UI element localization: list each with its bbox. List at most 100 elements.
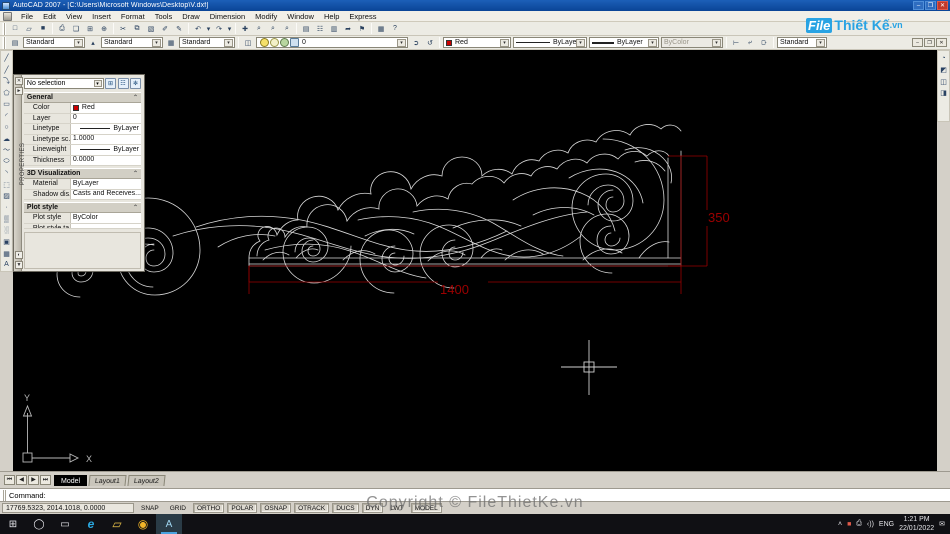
revision-cloud-icon[interactable]: ☁ (1, 133, 12, 144)
property-row-lineweight[interactable]: Lineweight ByLayer (23, 145, 141, 156)
chevron-down-icon[interactable]: ▾ (500, 39, 509, 47)
chevron-down-icon[interactable]: ▾ (648, 39, 657, 47)
menu-item-express[interactable]: Express (344, 12, 381, 21)
paste-icon[interactable]: ▧ (145, 23, 158, 35)
new-icon[interactable]: □ (9, 23, 22, 35)
menu-item-dimension[interactable]: Dimension (205, 12, 250, 21)
tray-volume-icon[interactable]: ‹)) (867, 521, 874, 528)
first-layout-icon[interactable]: ⏮ (4, 475, 15, 485)
polyline-icon[interactable]: ⤵ (1, 76, 12, 87)
previous-layout-icon[interactable]: ◀ (16, 475, 27, 485)
object-color-combo[interactable]: Red ▾ (443, 37, 511, 48)
markup-set-icon[interactable]: ⚑ (356, 23, 369, 35)
chrome-browser-icon[interactable]: ◉ (130, 514, 156, 534)
redo-dropdown-icon[interactable]: ▾ (227, 23, 233, 35)
palette-title-bar[interactable]: ✕ ► PROPERTIES ◐ ▼ (14, 75, 26, 271)
draw-table-icon[interactable]: ▦ (1, 248, 12, 259)
chevron-down-icon[interactable]: ▾ (74, 39, 83, 47)
tray-expand-icon[interactable]: ˄ (838, 521, 842, 528)
toolbar-grip[interactable] (2, 36, 6, 49)
select-objects-icon[interactable]: ☷ (117, 78, 129, 89)
layer-properties-icon[interactable]: ◫ (242, 37, 255, 49)
status-toggle-osnap[interactable]: OSNAP (260, 503, 292, 513)
status-toggle-model[interactable]: MODEL (410, 503, 442, 513)
property-row-thickness[interactable]: Thickness 0.0000 (23, 155, 141, 166)
chevron-down-icon[interactable]: ▾ (93, 80, 102, 87)
help-icon[interactable]: ? (389, 23, 402, 35)
property-row-linetype[interactable]: Linetype ByLayer (23, 124, 141, 135)
drawing-viewport[interactable]: 350 1400 X Y (13, 50, 937, 471)
minimize-button[interactable]: – (913, 1, 924, 10)
command-prompt[interactable]: Command: (9, 491, 46, 500)
redo-icon[interactable]: ↷ (213, 23, 226, 35)
menu-item-view[interactable]: View (61, 12, 87, 21)
tray-shield-icon[interactable]: ■ (847, 521, 851, 528)
taskbar-clock[interactable]: 1:21 PM 22/01/2022 (899, 515, 934, 533)
property-value[interactable]: 0.0000 (71, 156, 141, 166)
property-value[interactable]: 1.0000 (71, 135, 141, 145)
status-toggle-dyn[interactable]: DYN (361, 503, 384, 513)
hatch-icon[interactable]: ▒ (1, 214, 12, 225)
dimension-style-icon[interactable]: ▤ (9, 37, 22, 49)
zoom-realtime-icon[interactable]: ⌕ (253, 23, 266, 35)
status-toggle-snap[interactable]: SNAP (137, 503, 163, 513)
layer-make-current-icon[interactable]: ➲ (410, 37, 423, 49)
property-value[interactable] (71, 224, 141, 228)
autocad-taskbar-icon[interactable]: A (156, 514, 182, 534)
property-value[interactable]: Red (71, 103, 141, 113)
3d-views-icon[interactable]: ⟥ (758, 37, 771, 49)
menu-item-edit[interactable]: Edit (38, 12, 61, 21)
copy-icon[interactable]: ⧉ (131, 23, 144, 35)
undo-dropdown-icon[interactable]: ▾ (206, 23, 212, 35)
drawing-canvas[interactable]: 350 1400 X Y (13, 50, 937, 471)
layer-plot-icon[interactable] (289, 38, 299, 47)
status-toggle-ortho[interactable]: ORTHO (192, 503, 225, 513)
property-row-shadow-display[interactable]: Shadow dis... Casts and Receives... (23, 189, 141, 200)
chevron-down-icon[interactable]: ▾ (576, 39, 585, 47)
start-button-icon[interactable]: ⊞ (0, 514, 26, 534)
menu-item-format[interactable]: Format (116, 12, 150, 21)
property-value[interactable]: ByLayer (71, 179, 141, 189)
command-line[interactable]: Command: (0, 488, 950, 502)
file-explorer-icon[interactable]: ▱ (104, 514, 130, 534)
visual-style-2d-icon[interactable]: ◩ (938, 65, 949, 76)
publish-icon[interactable]: ⊞ (84, 23, 97, 35)
status-toggle-lwt[interactable]: LWT (386, 503, 407, 513)
layer-control-combo[interactable]: 0 ▾ (256, 37, 408, 48)
chevron-down-icon[interactable]: ▾ (224, 39, 233, 47)
menu-item-insert[interactable]: Insert (87, 12, 116, 21)
visual-style-3d-hidden-icon[interactable]: ◫ (938, 76, 949, 87)
spline-icon[interactable]: 〜 (1, 145, 12, 156)
layer-on-icon[interactable] (259, 38, 269, 47)
designcenter-icon[interactable]: ☷ (314, 23, 327, 35)
publish-web-icon[interactable]: ⊕ (98, 23, 111, 35)
visual-style-conceptual-icon[interactable]: ◨ (938, 88, 949, 99)
undo-icon[interactable]: ↶ (192, 23, 205, 35)
property-row-material[interactable]: Material ByLayer (23, 179, 141, 190)
named-ucs-icon[interactable]: ⤶ (744, 37, 757, 49)
rectangle-icon[interactable]: ▭ (1, 99, 12, 110)
palette-menu-icon[interactable]: ▼ (15, 261, 23, 269)
plot-icon[interactable]: ⎙ (56, 23, 69, 35)
chevron-down-icon[interactable]: ▾ (816, 39, 825, 47)
open-icon[interactable]: ▱ (23, 23, 36, 35)
save-icon[interactable]: ■ (37, 23, 50, 35)
property-value[interactable]: Casts and Receives... (71, 190, 141, 200)
gradient-icon[interactable]: ░ (1, 225, 12, 236)
last-layout-icon[interactable]: ⏭ (40, 475, 51, 485)
quick-select-icon[interactable]: ✻ (130, 78, 141, 89)
chevron-collapse-icon[interactable]: ⌃ (133, 94, 138, 101)
next-layout-icon[interactable]: ▶ (28, 475, 39, 485)
toolbar-grip[interactable] (2, 22, 6, 35)
property-row-plot-style-table[interactable]: Plot style ta... (23, 223, 141, 229)
properties-palette[interactable]: ✕ ► PROPERTIES ◐ ▼ No selection ▾ ⊞ ☷ ✻ … (13, 74, 145, 272)
doc-close-button[interactable]: ✕ (936, 38, 947, 47)
linetype-combo[interactable]: ByLayer ▾ (513, 37, 587, 48)
text-style-combo[interactable]: Standard ▾ (101, 37, 163, 48)
property-row-color[interactable]: Color Red (23, 103, 141, 114)
tray-network-icon[interactable]: ⎙ (856, 520, 862, 528)
properties-icon[interactable]: ▤ (300, 23, 313, 35)
chevron-down-icon[interactable]: ▾ (397, 39, 406, 47)
close-button[interactable]: ✕ (937, 1, 948, 10)
construction-line-icon[interactable]: ╱ (1, 64, 12, 75)
